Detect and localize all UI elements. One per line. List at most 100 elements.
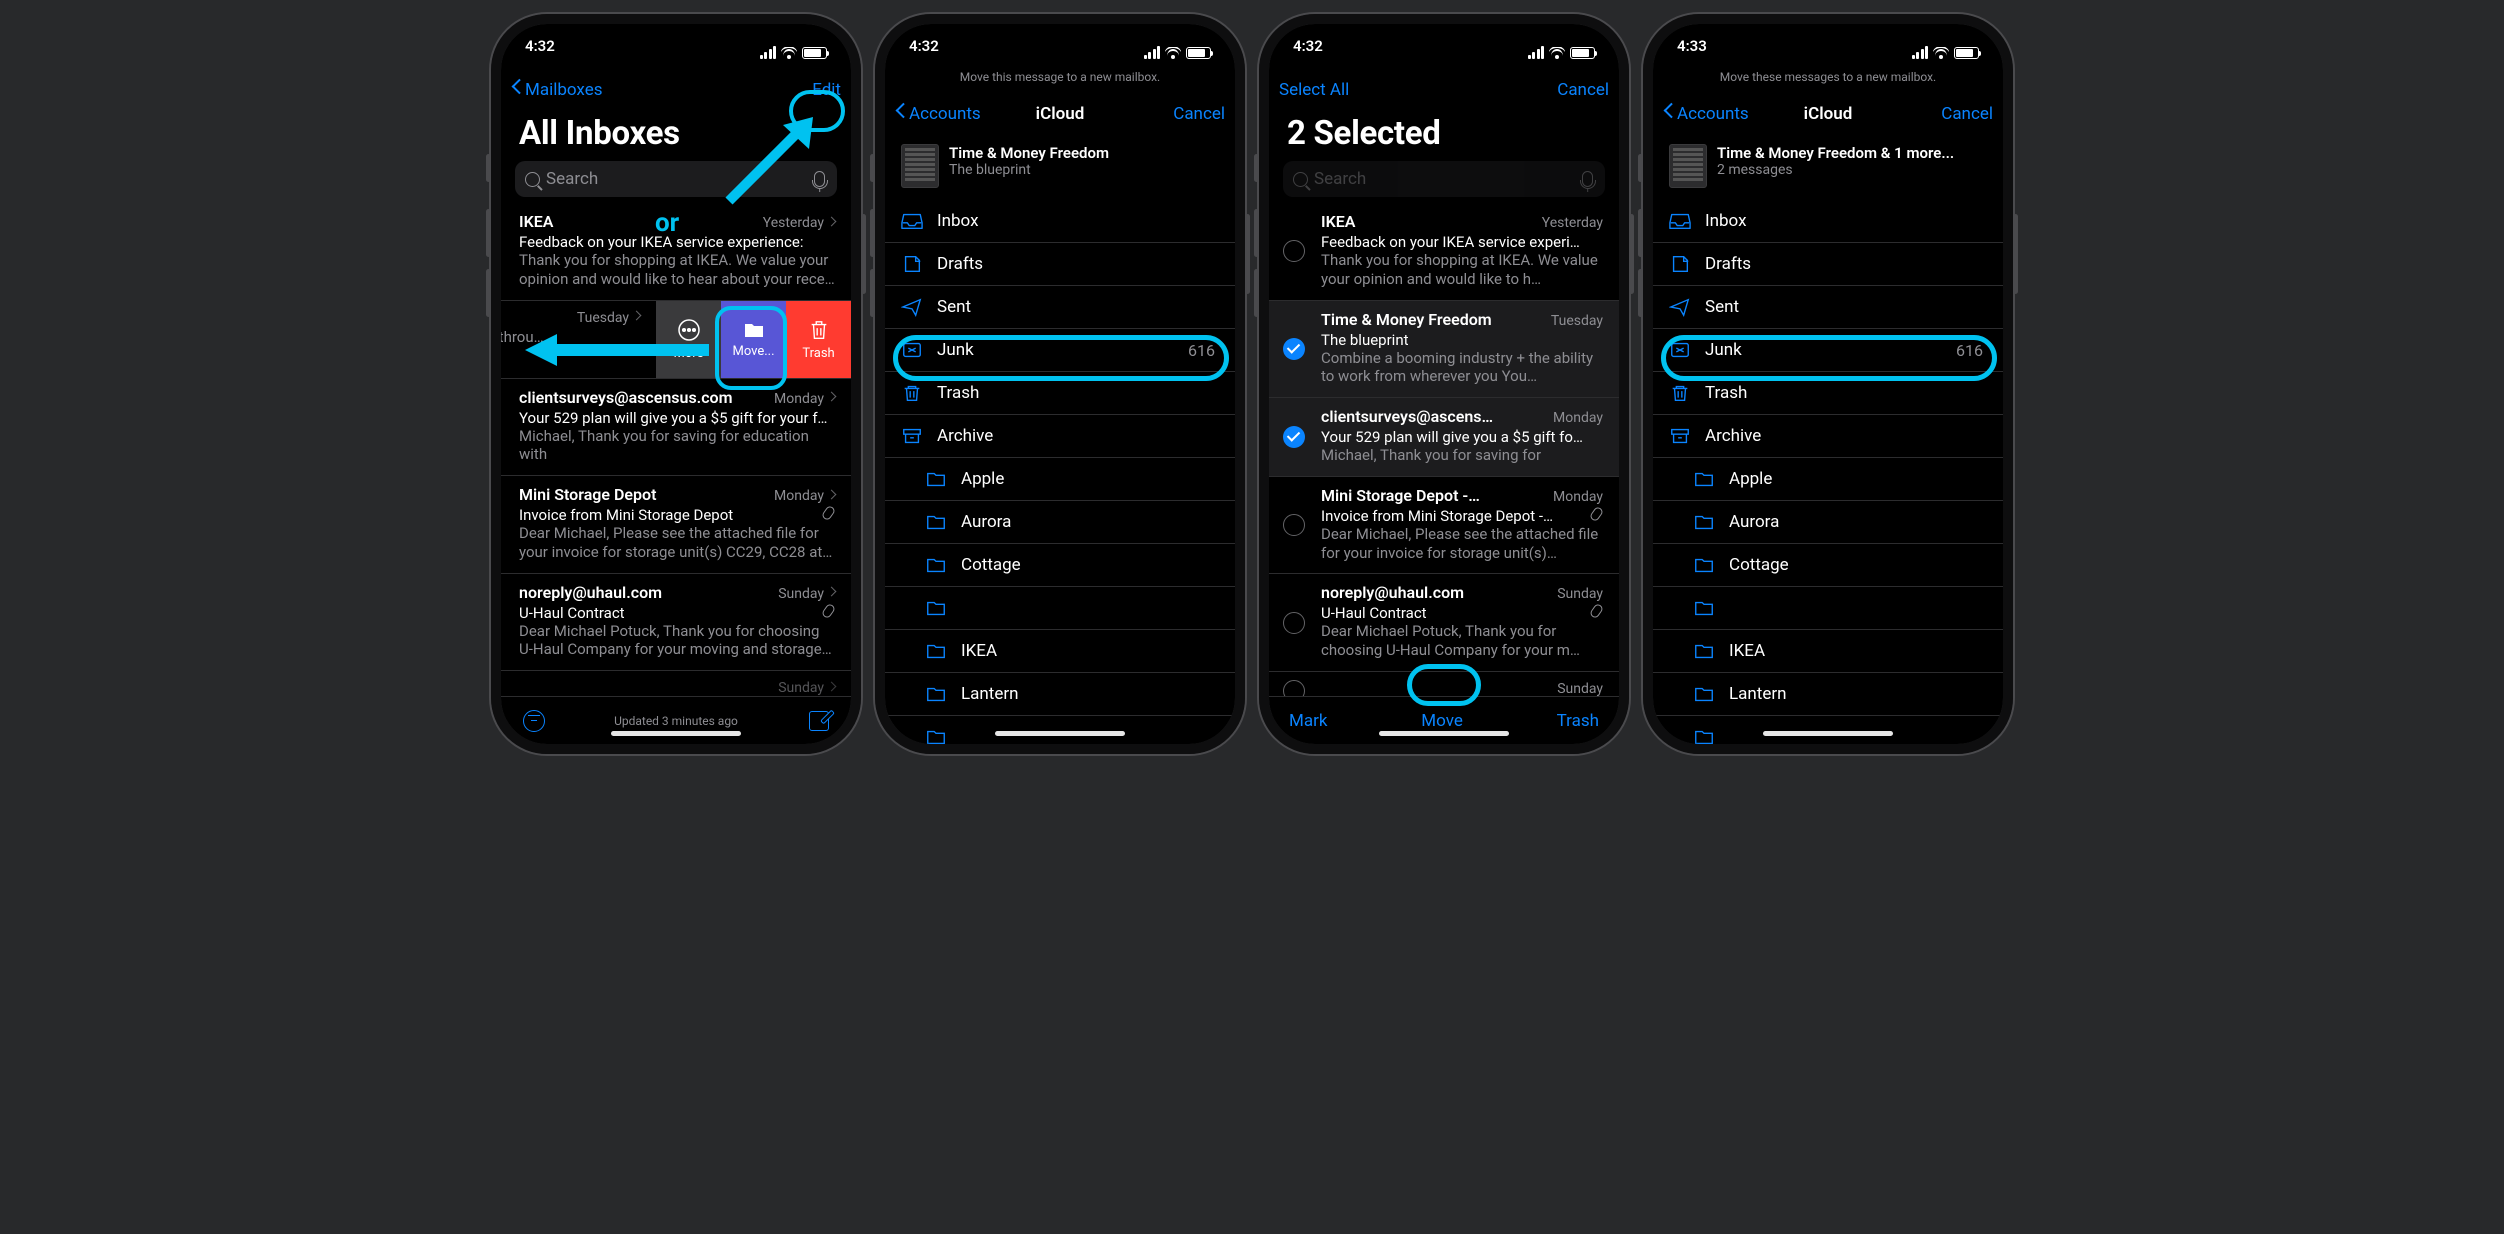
folder-apple[interactable]: Apple bbox=[1653, 458, 2003, 501]
bottom-toolbar: Updated 3 minutes ago bbox=[501, 696, 851, 744]
page-title: All Inboxes bbox=[501, 112, 851, 161]
select-circle[interactable] bbox=[1283, 514, 1305, 536]
folder-unnamed[interactable] bbox=[1653, 716, 2003, 744]
chevron-left-icon bbox=[511, 81, 522, 99]
folder-drafts[interactable]: Drafts bbox=[885, 243, 1235, 286]
folder-archive[interactable]: Archive bbox=[1653, 415, 2003, 458]
folder-junk[interactable]: Junk616 bbox=[1653, 329, 2003, 372]
swipe-more-button[interactable]: More bbox=[656, 301, 721, 378]
phone-selected: 4:32 Select All Cancel 2 Selected Search… bbox=[1259, 14, 1629, 754]
folder-icon bbox=[1693, 598, 1715, 618]
search-placeholder: Search bbox=[546, 169, 808, 189]
trash-icon bbox=[901, 383, 923, 403]
phone-move-single: 4:32 Move this message to a new mailbox.… bbox=[875, 14, 1245, 754]
folder-trash[interactable]: Trash bbox=[1653, 372, 2003, 415]
folder-drafts[interactable]: Drafts bbox=[1653, 243, 2003, 286]
move-button[interactable]: Move bbox=[1421, 711, 1463, 731]
email-row[interactable]: clientsurveys@ascensus.comMonday Your 52… bbox=[501, 379, 851, 477]
folder-ikea[interactable]: IKEA bbox=[1653, 630, 2003, 673]
select-circle[interactable] bbox=[1283, 680, 1305, 696]
phone-move-multi: 4:33 Move these messages to a new mailbo… bbox=[1643, 14, 2013, 754]
email-row[interactable]: Sunday bbox=[501, 671, 851, 696]
folder-aurora[interactable]: Aurora bbox=[885, 501, 1235, 544]
select-circle[interactable] bbox=[1283, 240, 1305, 262]
filter-icon[interactable] bbox=[523, 710, 545, 732]
swipe-move-button[interactable]: Move... bbox=[721, 301, 786, 378]
mic-icon[interactable] bbox=[814, 171, 825, 187]
folder-unnamed[interactable] bbox=[885, 587, 1235, 630]
select-circle[interactable] bbox=[1283, 426, 1305, 448]
email-row[interactable]: noreply@uhaul.comSunday U-Haul Contract … bbox=[1269, 574, 1619, 672]
compose-icon[interactable] bbox=[809, 711, 829, 731]
archive-icon bbox=[1669, 426, 1691, 446]
clock: 4:33 bbox=[1677, 37, 1707, 68]
attachment-icon bbox=[1590, 604, 1603, 618]
email-row[interactable]: Time & Money FreedomTuesday The blueprin… bbox=[1269, 301, 1619, 399]
folder-icon bbox=[925, 684, 947, 704]
select-all-button[interactable]: Select All bbox=[1279, 80, 1349, 100]
folder-sent[interactable]: Sent bbox=[1653, 286, 2003, 329]
nav-title: iCloud bbox=[1036, 104, 1085, 124]
attachment-icon bbox=[822, 506, 835, 520]
folder-junk[interactable]: Junk616 bbox=[885, 329, 1235, 372]
swipe-trash-button[interactable]: Trash bbox=[786, 301, 851, 378]
folder-aurora[interactable]: Aurora bbox=[1653, 501, 2003, 544]
email-row[interactable]: IKEAYesterday Feedback on your IKEA serv… bbox=[1269, 203, 1619, 301]
email-row[interactable]: IKEAYesterday Feedback on your IKEA serv… bbox=[501, 203, 851, 301]
message-preview: Time & Money FreedomThe blueprint bbox=[885, 136, 1235, 200]
chevron-right-icon bbox=[828, 218, 835, 229]
folder-lantern[interactable]: Lantern bbox=[1653, 673, 2003, 716]
email-row[interactable]: clientsurveys@ascens…Monday Your 529 pla… bbox=[1269, 398, 1619, 477]
email-row[interactable]: Mini Storage Depot -…Monday Invoice from… bbox=[1269, 477, 1619, 575]
cancel-button[interactable]: Cancel bbox=[1941, 104, 1993, 124]
sent-icon bbox=[901, 297, 923, 317]
folder-archive[interactable]: Archive bbox=[885, 415, 1235, 458]
message-thumbnail bbox=[1669, 144, 1707, 188]
folder-inbox[interactable]: Inbox bbox=[1653, 200, 2003, 243]
folder-apple[interactable]: Apple bbox=[885, 458, 1235, 501]
folder-cottage[interactable]: Cottage bbox=[885, 544, 1235, 587]
back-accounts[interactable]: Accounts bbox=[895, 104, 981, 124]
mark-button[interactable]: Mark bbox=[1289, 711, 1327, 731]
email-row[interactable]: Mini Storage DepotMonday Invoice from Mi… bbox=[501, 476, 851, 574]
select-circle[interactable] bbox=[1283, 612, 1305, 634]
folder-ikea[interactable]: IKEA bbox=[885, 630, 1235, 673]
folder-trash[interactable]: Trash bbox=[885, 372, 1235, 415]
email-row-swiped[interactable]: Tuesday + the ability to subscribed thro… bbox=[501, 301, 851, 379]
email-list: IKEAYesterday Feedback on your IKEA serv… bbox=[1269, 203, 1619, 696]
folder-unnamed[interactable] bbox=[1653, 587, 2003, 630]
home-indicator[interactable] bbox=[1379, 731, 1509, 736]
select-circle[interactable] bbox=[1283, 338, 1305, 360]
folder-sent[interactable]: Sent bbox=[885, 286, 1235, 329]
home-indicator[interactable] bbox=[611, 731, 741, 736]
draft-icon bbox=[1669, 254, 1691, 274]
archive-icon bbox=[901, 426, 923, 446]
trash-button[interactable]: Trash bbox=[1557, 711, 1599, 731]
attachment-icon bbox=[1590, 507, 1603, 521]
folder-lantern[interactable]: Lantern bbox=[885, 673, 1235, 716]
home-indicator[interactable] bbox=[1763, 731, 1893, 736]
email-row[interactable]: noreply@uhaul.comSunday U-Haul Contract … bbox=[501, 574, 851, 672]
folder-icon bbox=[925, 641, 947, 661]
email-row[interactable]: Sunday bbox=[1269, 672, 1619, 696]
home-indicator[interactable] bbox=[995, 731, 1125, 736]
folder-icon bbox=[1693, 727, 1715, 744]
clock: 4:32 bbox=[909, 37, 939, 68]
search-input[interactable]: Search bbox=[515, 161, 837, 197]
edit-button[interactable]: Edit bbox=[812, 80, 841, 100]
clock: 4:32 bbox=[525, 37, 555, 68]
message-preview: Time & Money Freedom & 1 more...2 messag… bbox=[1653, 136, 2003, 200]
junk-icon bbox=[901, 340, 923, 360]
folder-icon bbox=[925, 469, 947, 489]
folder-unnamed[interactable] bbox=[885, 716, 1235, 744]
folder-icon bbox=[925, 727, 947, 744]
folder-icon bbox=[1693, 684, 1715, 704]
folder-inbox[interactable]: Inbox bbox=[885, 200, 1235, 243]
back-accounts[interactable]: Accounts bbox=[1663, 104, 1749, 124]
cancel-button[interactable]: Cancel bbox=[1173, 104, 1225, 124]
inbox-icon bbox=[901, 211, 923, 231]
back-mailboxes[interactable]: Mailboxes bbox=[511, 80, 602, 100]
folder-list: InboxDraftsSentJunk616TrashArchiveAppleA… bbox=[1653, 200, 2003, 744]
cancel-button[interactable]: Cancel bbox=[1557, 80, 1609, 100]
folder-cottage[interactable]: Cottage bbox=[1653, 544, 2003, 587]
